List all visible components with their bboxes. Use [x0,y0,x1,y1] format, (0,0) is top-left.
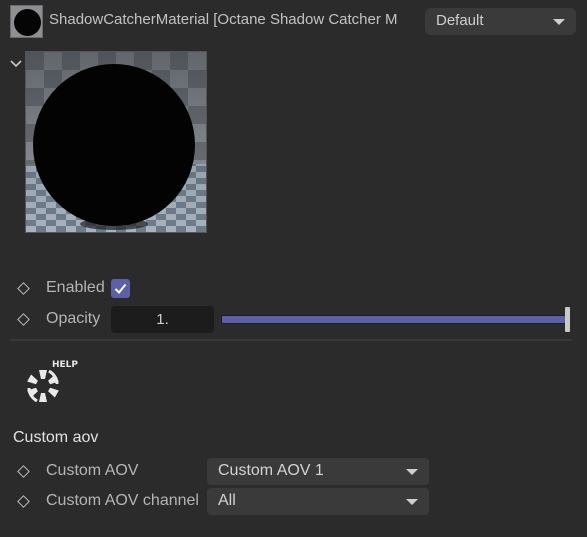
opacity-value: 1. [156,311,169,328]
custom-aov-channel-dropdown[interactable]: All [207,488,429,515]
help-label: HELP [52,360,79,370]
opacity-keyframe-diamond-icon[interactable] [17,313,30,326]
material-header: ShadowCatcherMaterial [Octane Shadow Cat… [0,0,587,44]
opacity-value-field[interactable]: 1. [111,306,214,333]
custom-aov-label: Custom AOV [46,462,139,479]
enabled-checkbox[interactable] [111,279,130,298]
chevron-down-icon [406,499,418,505]
custom-aov-dropdown[interactable]: Custom AOV 1 [207,458,429,485]
opacity-slider[interactable] [221,315,566,324]
material-preview [25,51,207,233]
custom-aov-channel-keyframe-diamond-icon[interactable] [17,495,30,508]
custom-aov-channel-label: Custom AOV channel [46,492,199,509]
opacity-label: Opacity [46,310,101,327]
custom-aov-channel-value: All [218,492,236,509]
collapse-chevron-icon[interactable] [9,58,23,70]
chevron-down-icon [553,19,565,25]
material-preview-sphere [26,52,206,232]
custom-aov-keyframe-diamond-icon[interactable] [17,465,30,478]
material-ball-icon[interactable] [10,5,43,38]
material-ball [14,9,41,36]
preset-value: Default [436,12,484,29]
section-divider [10,339,572,341]
enabled-keyframe-diamond-icon[interactable] [17,282,30,295]
opacity-slider-handle[interactable] [565,307,570,332]
custom-aov-value: Custom AOV 1 [218,462,324,479]
preset-dropdown[interactable]: Default [425,8,576,35]
custom-aov-section-title: Custom aov [13,429,99,446]
checkmark-icon [114,283,127,294]
chevron-down-icon [406,469,418,475]
enabled-label: Enabled [46,279,105,296]
material-title: ShadowCatcherMaterial [Octane Shadow Cat… [49,11,398,28]
opacity-slider-fill [222,316,565,323]
